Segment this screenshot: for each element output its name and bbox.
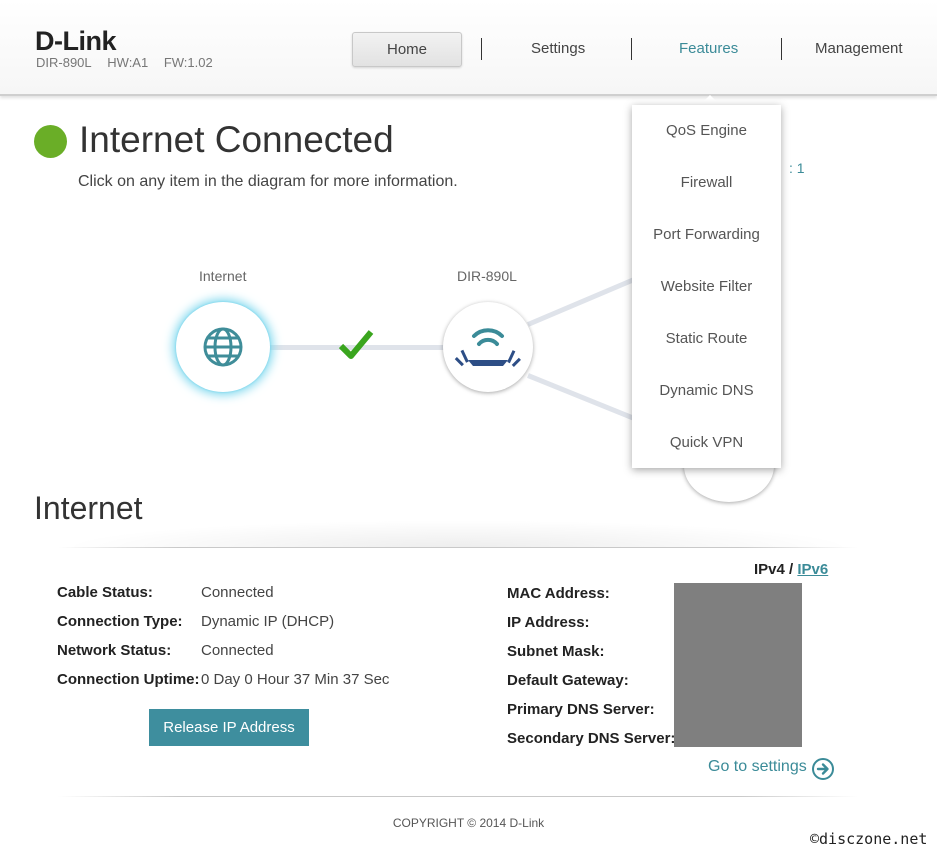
clients-count-partial[interactable]: : 1 xyxy=(789,160,805,176)
fw-text: FW:1.02 xyxy=(163,55,213,70)
watermark-text: ©disczone.net xyxy=(810,830,928,848)
dropdown-pointer xyxy=(700,95,720,105)
menu-item-firewall[interactable]: Firewall xyxy=(632,157,781,209)
menu-item-port-forwarding[interactable]: Port Forwarding xyxy=(632,209,781,261)
cable-status-label: Cable Status: xyxy=(57,584,153,601)
connection-type-label: Connection Type: xyxy=(57,613,183,630)
menu-item-static-route[interactable]: Static Route xyxy=(632,313,781,365)
hw-text: HW:A1 xyxy=(107,55,149,70)
menu-item-qos-engine[interactable]: QoS Engine xyxy=(632,105,781,157)
copyright-text: COPYRIGHT © 2014 D-Link xyxy=(392,816,545,830)
internet-node[interactable] xyxy=(176,302,270,392)
internet-node-label: Internet xyxy=(199,268,247,284)
mac-address-label: MAC Address: xyxy=(507,585,610,602)
status-title: Internet Connected xyxy=(79,119,394,160)
router-upper-link xyxy=(527,275,640,327)
default-gateway-label: Default Gateway: xyxy=(507,672,629,689)
connection-uptime-value: 0 Day 0 Hour 37 Min 37 Sec xyxy=(201,671,390,688)
router-lower-link xyxy=(527,373,641,423)
top-header: D-Link DIR-890L HW:A1 FW:1.02 Home Setti… xyxy=(0,0,937,96)
cable-status-value: Connected xyxy=(201,584,274,601)
connection-type-value: Dynamic IP (DHCP) xyxy=(201,613,335,630)
status-indicator-icon xyxy=(34,125,67,158)
ip-address-label: IP Address: xyxy=(507,614,590,631)
nav-management[interactable]: Management xyxy=(815,40,903,57)
arrow-right-circle-icon[interactable] xyxy=(811,757,835,786)
ipv6-tab[interactable]: IPv6 xyxy=(797,561,828,578)
redacted-values-block xyxy=(674,583,802,747)
section-divider xyxy=(58,547,858,548)
nav-features[interactable]: Features xyxy=(679,40,738,57)
release-ip-button[interactable]: Release IP Address xyxy=(149,709,309,746)
ip-version-separator: / xyxy=(789,561,794,578)
check-icon xyxy=(338,328,374,367)
globe-icon xyxy=(203,327,243,367)
menu-item-dynamic-dns[interactable]: Dynamic DNS xyxy=(632,365,781,417)
router-node[interactable] xyxy=(443,302,533,392)
menu-item-quick-vpn[interactable]: Quick VPN xyxy=(632,417,781,469)
footer-divider xyxy=(58,796,858,797)
network-status-value: Connected xyxy=(201,642,274,659)
nav-home-button[interactable]: Home xyxy=(352,32,462,67)
nav-divider xyxy=(631,38,632,60)
nav-settings[interactable]: Settings xyxy=(531,40,585,57)
ipv4-tab[interactable]: IPv4 xyxy=(754,561,785,578)
features-dropdown: QoS Engine Firewall Port Forwarding Webs… xyxy=(632,105,781,468)
secondary-dns-label: Secondary DNS Server: xyxy=(507,730,676,747)
menu-item-website-filter[interactable]: Website Filter xyxy=(632,261,781,313)
section-divider-shadow xyxy=(58,520,858,548)
nav-divider xyxy=(781,38,782,60)
router-icon xyxy=(454,328,521,367)
status-subtitle: Click on any item in the diagram for mor… xyxy=(78,173,458,190)
subnet-mask-label: Subnet Mask: xyxy=(507,643,605,660)
connection-uptime-label: Connection Uptime: xyxy=(57,671,200,688)
network-status-label: Network Status: xyxy=(57,642,172,659)
primary-dns-label: Primary DNS Server: xyxy=(507,701,655,718)
go-to-settings-link[interactable]: Go to settings xyxy=(708,758,807,776)
router-node-label: DIR-890L xyxy=(457,268,517,284)
device-info: DIR-890L HW:A1 FW:1.02 xyxy=(36,55,223,70)
model-text: DIR-890L xyxy=(36,55,92,70)
dlink-logo[interactable]: D-Link xyxy=(35,26,117,57)
ip-version-switch: IPv4 / IPv6 xyxy=(754,561,828,578)
nav-divider xyxy=(481,38,482,60)
